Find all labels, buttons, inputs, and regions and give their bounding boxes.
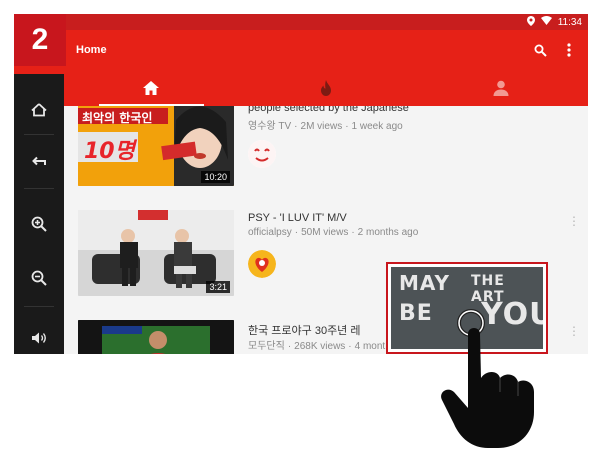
video-duration: 10:20 xyxy=(201,171,230,183)
thumbnail-caption: 최악의 한국인 xyxy=(82,111,153,125)
video-title[interactable]: PSY - 'I LUV IT' M/V xyxy=(248,212,347,224)
video-item[interactable]: 한국 프로야구 30주년 레 모두단직 · 268K views · 4 months … xyxy=(64,316,588,354)
video-item[interactable]: 최악의 한국인 10명 10:20 people selected by the… xyxy=(64,106,588,192)
channel-name[interactable]: officialpsy xyxy=(248,227,292,238)
back-arrow-icon[interactable] xyxy=(14,142,64,182)
home-outline-icon[interactable] xyxy=(14,90,64,130)
home-icon xyxy=(142,79,160,102)
view-count: 2M views xyxy=(300,121,343,132)
view-count: 50M views xyxy=(301,227,349,238)
video-thumbnail[interactable] xyxy=(78,320,234,354)
upload-age: 4 months ago xyxy=(354,341,416,352)
nav-divider xyxy=(24,306,54,307)
side-nav xyxy=(14,74,64,354)
video-title[interactable]: people selected by the Japanese xyxy=(248,106,409,114)
nav-divider xyxy=(24,188,54,189)
status-bar: 11:34 xyxy=(14,14,588,30)
video-feed[interactable]: 최악의 한국인 10명 10:20 people selected by the… xyxy=(64,106,588,354)
thumbnail-caption: 10명 xyxy=(84,139,135,164)
tablet-screen: 11:34 Home 최악의 한국인 10명 10:20 people sele… xyxy=(14,14,588,354)
zoom-out-icon[interactable] xyxy=(14,258,64,298)
upload-age: 1 week ago xyxy=(351,121,403,132)
channel-avatar[interactable] xyxy=(248,250,276,278)
tab-bar xyxy=(64,74,588,106)
more-options-icon[interactable]: ⋮ xyxy=(568,324,580,338)
tab-account[interactable] xyxy=(413,74,588,106)
video-thumbnail[interactable]: 3:21 xyxy=(78,210,234,296)
account-icon xyxy=(492,79,510,102)
status-time: 11:34 xyxy=(557,16,582,28)
more-vert-icon[interactable] xyxy=(562,40,576,60)
video-duration: 3:21 xyxy=(206,281,230,293)
zoom-in-icon[interactable] xyxy=(14,204,64,244)
app-title: Home xyxy=(76,44,107,56)
tab-trending[interactable] xyxy=(239,74,414,106)
video-meta: officialpsy · 50M views · 2 months ago xyxy=(248,227,419,238)
video-thumbnail[interactable]: 최악의 한국인 10명 10:20 xyxy=(78,106,234,186)
thumbnail-image xyxy=(78,320,234,354)
location-icon xyxy=(526,15,535,29)
search-icon[interactable] xyxy=(530,40,550,60)
upload-age: 2 months ago xyxy=(357,227,419,238)
volume-icon[interactable] xyxy=(14,318,64,354)
video-item[interactable]: 3:21 PSY - 'I LUV IT' M/V officialpsy · 50… xyxy=(64,206,588,302)
video-meta: 영수왕 TV · 2M views · 1 week ago xyxy=(248,121,403,132)
more-options-icon[interactable]: ⋮ xyxy=(568,214,580,228)
trending-icon xyxy=(317,79,335,102)
tab-home[interactable] xyxy=(64,74,239,106)
nav-divider xyxy=(24,134,54,135)
view-count: 268K views xyxy=(294,341,346,352)
channel-name[interactable]: 영수왕 TV xyxy=(248,121,291,132)
video-meta: 모두단직 · 268K views · 4 months ago xyxy=(248,341,416,352)
channel-name[interactable]: 모두단직 xyxy=(248,341,285,352)
channel-avatar[interactable] xyxy=(248,140,276,168)
wifi-icon xyxy=(540,16,552,28)
step-badge: 2 xyxy=(14,14,66,66)
video-title[interactable]: 한국 프로야구 30주년 레 xyxy=(248,322,360,338)
app-bar: Home xyxy=(14,30,588,74)
